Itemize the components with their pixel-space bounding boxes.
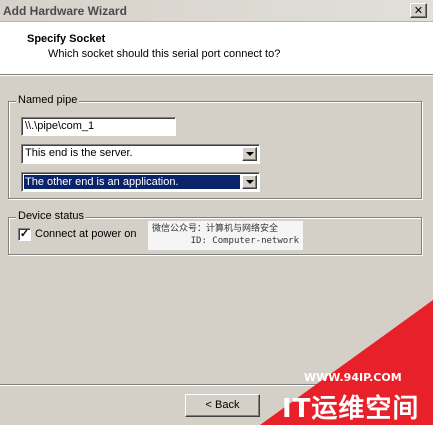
- wechat-watermark: 微信公众号：计算机与网络安全 ID: Computer-network: [148, 221, 303, 250]
- close-button[interactable]: ✕: [410, 3, 427, 18]
- close-icon: ✕: [413, 4, 424, 17]
- page-subtitle: Which socket should this serial port con…: [48, 48, 281, 60]
- page-title: Specify Socket: [27, 33, 106, 45]
- brand-url: WWW.94IP.COM: [304, 371, 402, 384]
- button-separator: [0, 384, 433, 386]
- window-title: Add Hardware Wizard: [3, 4, 127, 18]
- named-pipe-legend: Named pipe: [16, 94, 80, 106]
- device-status-legend: Device status: [16, 210, 87, 222]
- wizard-header: Specify Socket Which socket should this …: [0, 22, 433, 75]
- this-end-selected-value: This end is the server.: [25, 147, 133, 159]
- chevron-down-icon[interactable]: [242, 147, 257, 161]
- connect-at-power-on-checkbox[interactable]: ✓: [18, 228, 31, 241]
- brand-logo-watermark: WWW.94IP.COM IT运维空间: [260, 300, 433, 425]
- back-button[interactable]: < Back: [185, 394, 260, 417]
- pipe-name-input[interactable]: \\.\pipe\com_1: [21, 117, 176, 136]
- connect-at-power-on-label[interactable]: Connect at power on: [35, 228, 137, 240]
- brand-logo-triangle: [260, 300, 433, 425]
- named-pipe-group: Named pipe \\.\pipe\com_1 This end is th…: [8, 94, 422, 199]
- title-bar[interactable]: Add Hardware Wizard ✕: [0, 0, 433, 22]
- checkmark-icon: ✓: [19, 228, 30, 240]
- wechat-watermark-line2: ID: Computer-network: [190, 236, 299, 246]
- chevron-down-icon[interactable]: [242, 175, 257, 189]
- other-end-select[interactable]: The other end is an application.: [21, 172, 260, 192]
- wechat-watermark-line1: 微信公众号：计算机与网络安全: [152, 224, 279, 234]
- this-end-select[interactable]: This end is the server.: [21, 144, 260, 164]
- brand-name: IT运维空间: [282, 394, 420, 424]
- add-hardware-wizard-window: Add Hardware Wizard ✕ Specify Socket Whi…: [0, 0, 433, 425]
- other-end-selected-value: The other end is an application.: [23, 174, 241, 190]
